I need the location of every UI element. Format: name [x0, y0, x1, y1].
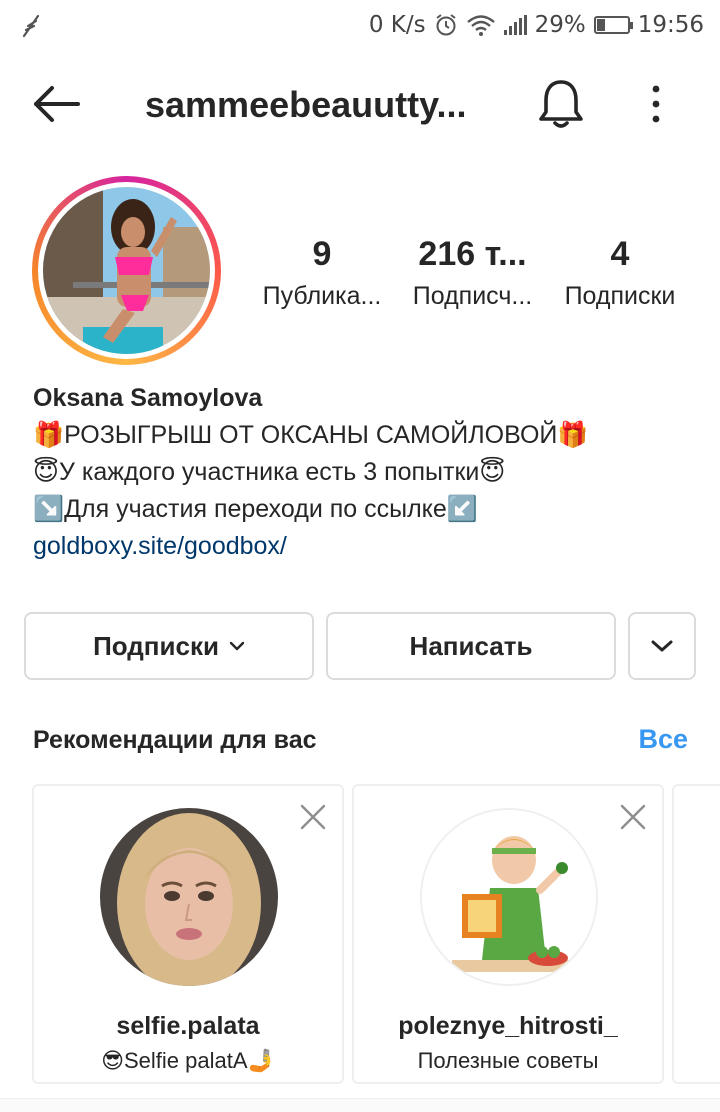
stat-followers-label: Подписч... — [412, 282, 533, 310]
chevron-down-icon — [651, 640, 673, 652]
bio-line: ↘️Для участия переходи по ссылке↙️ — [33, 495, 478, 523]
suggestion-username[interactable]: selfie.palata — [34, 1012, 342, 1041]
suggestion-card[interactable]: poleznye_hitrosti_ Полезные советы — [352, 784, 664, 1084]
suggestion-username[interactable]: poleznye_hitrosti_ — [354, 1012, 662, 1041]
more-vertical-icon[interactable] — [644, 84, 668, 124]
suggestion-subtitle: Полезные советы — [417, 1048, 599, 1073]
suggestion-subtitle: 😎Selfie palatA🤳 — [101, 1048, 275, 1073]
close-icon[interactable] — [300, 804, 326, 830]
wifi-icon — [466, 15, 495, 36]
close-icon[interactable] — [620, 804, 646, 830]
bio-line: 🎁РОЗЫГРЫШ ОТ ОКСАНЫ САМОЙЛОВОЙ🎁 — [33, 421, 589, 449]
suggestion-card-partial[interactable] — [672, 784, 720, 1084]
suggestion-card[interactable]: selfie.palata 😎Selfie palatA🤳 — [32, 784, 344, 1084]
suggestions-title: Рекомендации для вас — [33, 726, 317, 754]
net-speed: 0 K/s — [368, 12, 426, 38]
stat-following[interactable]: 4 Подписки — [550, 234, 690, 312]
bio-line: 😇У каждого участника есть 3 попытки😇 — [33, 458, 506, 486]
signal-icon — [503, 15, 527, 35]
following-button[interactable]: Подписки — [24, 612, 314, 680]
message-button[interactable]: Написать — [326, 612, 616, 680]
stat-followers[interactable]: 216 т... Подписч... — [400, 234, 545, 312]
notification-feather-icon — [22, 14, 40, 38]
stat-following-label: Подписки — [564, 282, 676, 310]
status-bar: 0 K/s 29% 19:56 — [0, 0, 720, 52]
clock: 19:56 — [637, 12, 704, 38]
profile-username: sammeebeauutty... — [145, 84, 467, 125]
stat-followers-value: 216 т... — [418, 235, 527, 273]
profile-header: sammeebeauutty... — [0, 62, 720, 146]
stat-following-value: 4 — [610, 235, 630, 273]
battery-icon — [593, 16, 633, 34]
status-indicators: 0 K/s 29% 19:56 — [369, 10, 704, 40]
suggestion-avatar[interactable] — [420, 808, 598, 986]
stat-posts-value: 9 — [312, 235, 332, 273]
bottom-divider — [0, 1098, 720, 1112]
battery-percent: 29% — [534, 12, 586, 38]
message-button-label: Написать — [409, 630, 533, 661]
suggestions-toggle-button[interactable] — [628, 612, 696, 680]
profile-avatar[interactable] — [32, 176, 221, 365]
bell-icon[interactable] — [536, 78, 586, 130]
chevron-down-icon — [229, 641, 245, 651]
stat-posts-label: Публика... — [262, 282, 382, 310]
alarm-icon — [435, 14, 456, 36]
back-arrow-icon[interactable] — [30, 82, 82, 126]
following-button-label: Подписки — [93, 630, 219, 661]
profile-full-name: Oksana Samoylova — [33, 384, 263, 412]
bio-link[interactable]: goldboxy.site/goodbox/ — [33, 528, 693, 565]
stat-posts[interactable]: 9 Публика... — [252, 234, 392, 312]
profile-bio: Oksana Samoylova 🎁РОЗЫГРЫШ ОТ ОКСАНЫ САМ… — [33, 380, 693, 565]
suggestion-avatar[interactable] — [100, 808, 278, 986]
avatar-photo — [43, 187, 210, 354]
see-all-link[interactable]: Все — [638, 724, 688, 755]
